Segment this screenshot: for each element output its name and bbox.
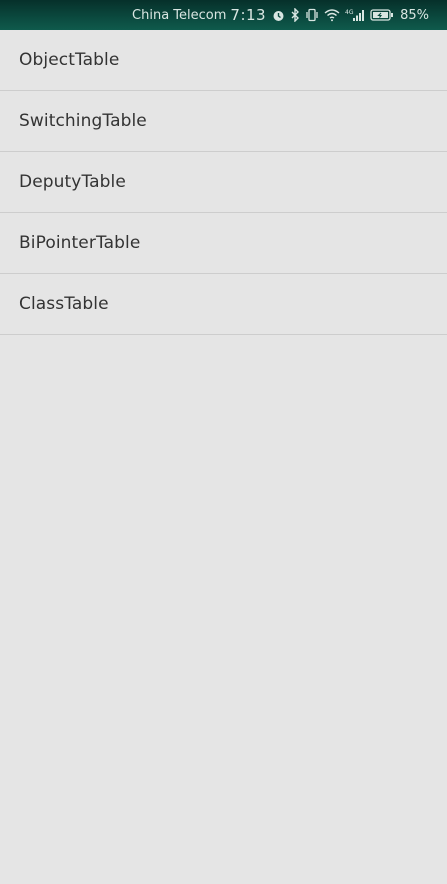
list-item-objecttable[interactable]: ObjectTable	[0, 30, 447, 91]
list-item-label: ClassTable	[19, 294, 109, 314]
carrier-name: China Telecom	[132, 7, 227, 23]
battery-icon	[370, 8, 394, 22]
bluetooth-icon	[290, 8, 300, 22]
status-time: 7:13	[230, 6, 267, 24]
list-item-deputytable[interactable]: DeputyTable	[0, 152, 447, 213]
list-item-label: BiPointerTable	[19, 233, 141, 253]
list-item-label: DeputyTable	[19, 172, 126, 192]
list-item-classtable[interactable]: ClassTable	[0, 274, 447, 335]
list-item-label: SwitchingTable	[19, 111, 147, 131]
vibrate-icon	[305, 8, 319, 22]
network-label: 4G	[345, 9, 354, 16]
wifi-icon	[324, 8, 340, 22]
list-item-label: ObjectTable	[19, 50, 120, 70]
table-list: ObjectTable SwitchingTable DeputyTable B…	[0, 30, 447, 335]
battery-percent: 85%	[400, 7, 429, 23]
alarm-icon	[272, 8, 285, 22]
signal-icon: 4G	[345, 8, 365, 22]
list-item-bipointertable[interactable]: BiPointerTable	[0, 213, 447, 274]
status-bar: China Telecom 7:13 4G 85%	[0, 0, 447, 30]
list-item-switchingtable[interactable]: SwitchingTable	[0, 91, 447, 152]
